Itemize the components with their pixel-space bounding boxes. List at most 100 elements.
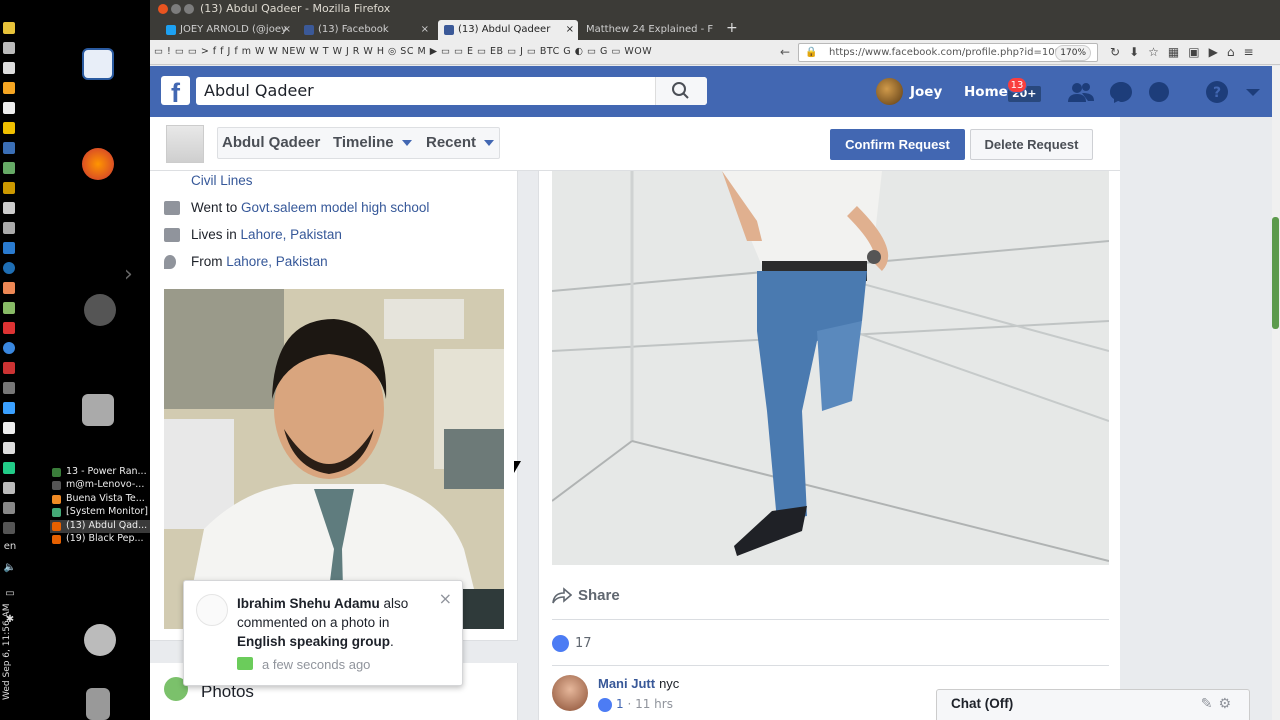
user-icon[interactable] <box>84 624 116 656</box>
download-icon[interactable]: ⬇ <box>1129 45 1148 59</box>
notifications-globe-icon[interactable] <box>1146 80 1172 104</box>
timeline-dropdown[interactable]: Timeline <box>333 127 412 159</box>
library-icon[interactable]: ▦ <box>1168 45 1188 59</box>
comment-like-count[interactable]: 1 <box>616 697 624 711</box>
taskbar-window-item[interactable]: m@m-Lenovo-... <box>50 479 150 492</box>
bitcoin-icon[interactable] <box>3 82 15 94</box>
reactions-count[interactable]: 17 <box>552 633 592 655</box>
app-icon[interactable] <box>3 122 15 134</box>
app-icon[interactable] <box>3 142 15 154</box>
delete-request-button[interactable]: Delete Request <box>970 129 1093 160</box>
location-link[interactable]: Civil Lines <box>191 173 253 188</box>
scrollbar-thumb[interactable] <box>1272 217 1279 329</box>
profile-name-link[interactable]: Abdul Qadeer <box>222 127 320 159</box>
volume-icon[interactable]: 🔈 <box>0 562 20 582</box>
help-icon[interactable]: ? <box>1204 80 1230 104</box>
url-bar[interactable]: 🔒 https://www.facebook.com/profile.php?i… <box>798 43 1098 62</box>
app-icon[interactable] <box>3 242 15 254</box>
featured-profile-photo[interactable] <box>164 289 504 629</box>
recent-dropdown[interactable]: Recent <box>426 127 495 159</box>
app-icon[interactable] <box>3 102 15 114</box>
confirm-request-button[interactable]: Confirm Request <box>830 129 965 160</box>
close-tab-icon[interactable]: × <box>566 20 574 40</box>
avatar[interactable] <box>876 78 903 105</box>
clock[interactable]: Wed Sep 6, 11:56 AM <box>2 604 12 700</box>
profile-link[interactable]: Joey <box>910 78 942 106</box>
app-icon[interactable] <box>3 222 15 234</box>
taskbar-window-item[interactable]: [System Monitor] <box>50 506 150 519</box>
avatar[interactable] <box>552 675 588 711</box>
chrome-icon[interactable] <box>3 342 15 354</box>
document-icon[interactable] <box>82 48 114 80</box>
reload-icon[interactable]: ↻ <box>1110 45 1129 59</box>
share-button[interactable]: Share <box>552 581 620 611</box>
app-icon[interactable] <box>3 422 15 434</box>
home-icon[interactable]: ⌂ <box>1227 45 1244 59</box>
gear-icon[interactable]: ⚙ <box>1218 696 1237 712</box>
taskbar-window-item[interactable]: 13 - Power Ran... <box>50 466 150 479</box>
account-menu-chevron-down-icon[interactable] <box>1240 80 1266 104</box>
chevron-right-icon[interactable]: › <box>124 262 133 287</box>
browser-tab-active[interactable]: (13) Abdul Qadeer × <box>438 20 578 40</box>
taskbar-window-item[interactable]: Buena Vista Te... <box>50 493 150 506</box>
app-icon[interactable] <box>3 22 15 34</box>
app-icon[interactable] <box>3 162 15 174</box>
youtube-icon[interactable]: ▶ <box>1209 45 1227 59</box>
bookmark-star-icon[interactable]: ☆ <box>1148 45 1168 59</box>
close-tab-icon[interactable]: × <box>421 20 429 40</box>
firefox-icon[interactable] <box>82 148 114 180</box>
app-icon[interactable] <box>3 182 15 194</box>
app-icon[interactable] <box>3 262 15 274</box>
app-icon[interactable] <box>3 442 15 454</box>
browser-tab[interactable]: Matthew 24 Explained - F <box>580 20 720 40</box>
trash-icon[interactable] <box>86 688 110 720</box>
chat-sidebar-tab[interactable]: Chat (Off) ✎⚙ <box>936 689 1250 720</box>
chat-label[interactable]: Chat (Off) <box>951 696 1013 711</box>
minimize-window-button[interactable] <box>171 4 181 14</box>
scrollbar-track[interactable] <box>1272 66 1280 720</box>
facebook-logo-icon[interactable]: f <box>161 76 190 108</box>
keyboard-layout-indicator[interactable]: en <box>0 541 20 561</box>
app-icon[interactable] <box>3 42 15 54</box>
files-icon[interactable] <box>82 394 114 426</box>
lives-link[interactable]: Lahore, Pakistan <box>241 227 342 242</box>
app-icon[interactable] <box>3 402 15 414</box>
intro-location-link[interactable]: Civil Lines <box>191 171 253 191</box>
home-link[interactable]: Home <box>964 78 1008 106</box>
maximize-window-button[interactable] <box>184 4 194 14</box>
menu-icon[interactable]: ≡ <box>1243 45 1262 59</box>
zoom-level[interactable]: 170% <box>1055 45 1091 61</box>
friend-requests-icon[interactable] <box>1068 80 1094 104</box>
close-icon[interactable]: × <box>439 589 452 608</box>
messenger-icon[interactable] <box>1108 80 1134 104</box>
wifi-icon[interactable] <box>3 522 15 534</box>
app-icon[interactable] <box>3 502 15 514</box>
comment-author[interactable]: Mani Jutt nyc <box>598 676 679 691</box>
from-link[interactable]: Lahore, Pakistan <box>226 254 327 269</box>
browser-tab[interactable]: (13) Facebook × <box>298 20 433 40</box>
close-window-button[interactable] <box>158 4 168 14</box>
back-arrow-icon[interactable]: ← <box>780 45 790 59</box>
app-icon[interactable] <box>3 282 15 294</box>
new-tab-icon[interactable]: + <box>726 20 738 36</box>
search-input[interactable]: Abdul Qadeer <box>196 77 707 105</box>
app-icon[interactable] <box>3 302 15 314</box>
app-icon[interactable] <box>3 382 15 394</box>
comment-author-name[interactable]: Mani Jutt <box>598 676 655 691</box>
app-icon[interactable] <box>3 322 15 334</box>
settings-icon[interactable] <box>84 294 116 326</box>
app-icon[interactable] <box>3 362 15 374</box>
app-icon[interactable] <box>3 462 15 474</box>
app-icon[interactable] <box>3 482 15 494</box>
post-photo[interactable] <box>552 171 1109 565</box>
close-tab-icon[interactable]: × <box>283 20 291 40</box>
bookmarks-list[interactable]: ▭ ! ▭ ▭ > f f J f m W W NEW W T W J R W … <box>154 46 652 57</box>
app-icon[interactable] <box>3 202 15 214</box>
taskbar-window-item[interactable]: (19) Black Pep... <box>50 533 150 546</box>
comment-timestamp[interactable]: 11 hrs <box>635 697 673 711</box>
school-link[interactable]: Govt.saleem model high school <box>241 200 429 215</box>
notification-toast[interactable]: Ibrahim Shehu Adamu also commented on a … <box>183 580 463 686</box>
new-message-icon[interactable]: ✎ <box>1201 696 1219 712</box>
taskbar-window-item[interactable]: (13) Abdul Qad... <box>50 519 150 533</box>
browser-tab[interactable]: JOEY ARNOLD (@joey × <box>160 20 295 40</box>
